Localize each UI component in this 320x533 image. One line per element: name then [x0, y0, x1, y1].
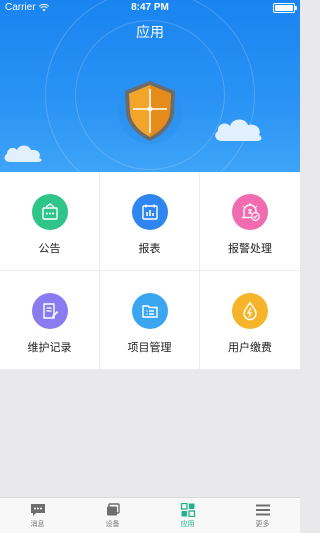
shield-icon [118, 80, 182, 144]
report-icon [131, 194, 168, 230]
tab-label: 设备 [105, 520, 120, 528]
app-announcement[interactable]: 公告 [0, 172, 100, 271]
tab-label: 消息 [30, 520, 45, 528]
app-report[interactable]: 报表 [100, 172, 200, 271]
apps-grid: 公告 报表 报警处理 维护记录 项目管理 用户缴费 [0, 172, 300, 370]
app-label: 用户缴费 [228, 342, 272, 354]
device-icon [106, 502, 120, 515]
apps-grid-icon [180, 502, 195, 517]
menu-icon [255, 504, 270, 515]
payment-drop-icon [232, 293, 268, 329]
tab-label: 应用 [180, 520, 195, 528]
app-header: Carrier 8:47 PM 应用 [0, 0, 300, 172]
maintenance-log-icon [31, 293, 68, 329]
app-alarm-handling[interactable]: 报警处理 [200, 172, 300, 271]
cloud-icon [215, 119, 262, 141]
app-project-management[interactable]: 项目管理 [100, 271, 200, 370]
app-label: 公告 [38, 243, 61, 255]
app-label: 维护记录 [27, 342, 72, 354]
battery-icon [273, 3, 297, 13]
tab-more[interactable]: 更多 [225, 498, 300, 533]
announcement-icon [31, 194, 68, 230]
message-icon [30, 503, 45, 516]
page-title: 应用 [136, 24, 164, 40]
project-folder-icon [131, 293, 168, 329]
alarm-icon [232, 194, 268, 230]
cloud-icon [4, 145, 42, 162]
app-label: 报警处理 [228, 243, 272, 255]
tab-label: 更多 [255, 520, 270, 528]
tab-bar: 消息 设备 应用 更多 [0, 497, 300, 533]
status-time: 8:47 PM [131, 2, 169, 13]
app-user-payment[interactable]: 用户缴费 [200, 271, 300, 370]
tab-devices[interactable]: 设备 [75, 498, 150, 533]
tab-messages[interactable]: 消息 [0, 498, 75, 533]
status-bar: Carrier 8:47 PM [0, 0, 300, 16]
app-label: 项目管理 [127, 342, 172, 354]
app-maintenance-log[interactable]: 维护记录 [0, 271, 100, 370]
tab-apps[interactable]: 应用 [150, 498, 225, 533]
app-label: 报表 [138, 243, 161, 255]
